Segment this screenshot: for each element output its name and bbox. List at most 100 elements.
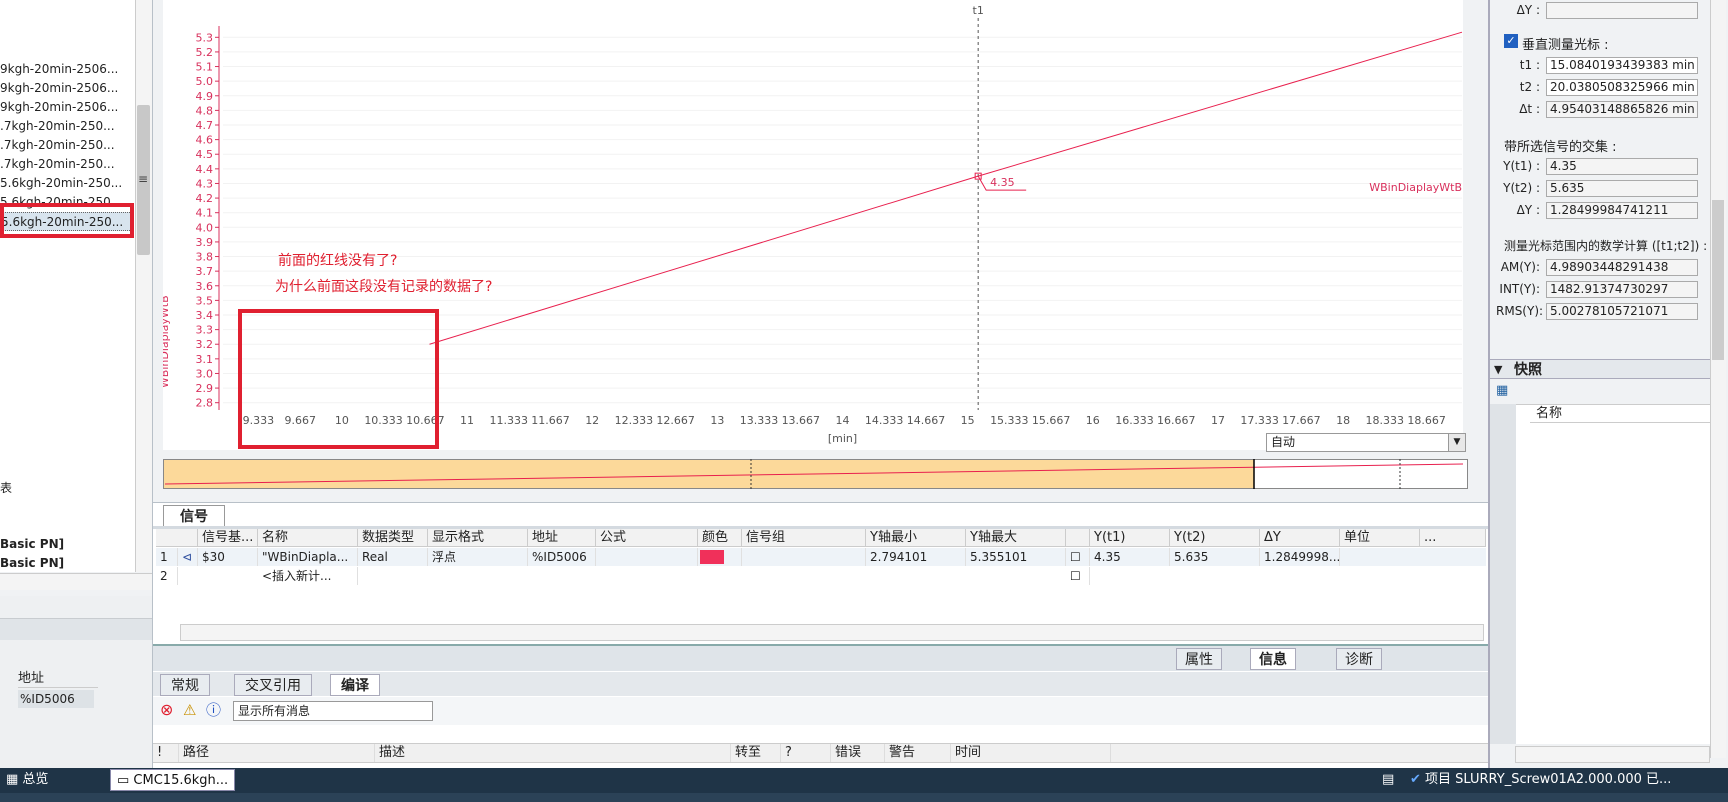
details-address-value[interactable]: %ID5006 (18, 690, 94, 708)
table-row[interactable]: 1 ⊲ $30 "WBinDiapla... Real 浮点 %ID5006 2… (156, 548, 1486, 566)
col-color[interactable]: 颜色 (698, 529, 742, 547)
save-icon[interactable]: ▤ (1376, 769, 1400, 791)
message-filter-select[interactable]: 显示所有消息 (233, 701, 433, 721)
color-swatch[interactable] (700, 550, 724, 564)
snapshot-header[interactable]: 快照 (1490, 359, 1710, 379)
dy-label: ΔY : (1516, 3, 1540, 17)
x-tick-label: 17.333 (1240, 414, 1279, 427)
col-description[interactable]: 描述 (375, 744, 731, 762)
cell-yt2: 5.635 (1170, 548, 1260, 566)
insert-new-signal[interactable]: <插入新计... (258, 567, 358, 585)
col-base[interactable]: 信号基... (198, 529, 258, 547)
grip-icon[interactable]: ≡ (136, 172, 150, 186)
cell-color[interactable] (698, 548, 742, 566)
table-row[interactable]: 2 <插入新计... ☐ (156, 567, 1486, 585)
tab-signals[interactable]: 信号 (163, 505, 225, 527)
tree-item[interactable]: 9kgh-20min-2506... (0, 79, 134, 98)
window-button[interactable]: ▭ CMC15.6kgh... (110, 769, 236, 791)
tree-item[interactable]: 9kgh-20min-2506... (0, 98, 134, 117)
tab-info[interactable]: 信息 (1250, 648, 1296, 670)
col-address[interactable]: 地址 (528, 529, 596, 547)
tree-item[interactable]: 5.6kgh-20min-250... (0, 174, 134, 193)
col-ymax[interactable]: Y轴最大 (966, 529, 1066, 547)
zoom-mode-select[interactable]: 自动 (1266, 433, 1466, 452)
col-warnings[interactable]: 警告 (885, 744, 951, 762)
col-errors[interactable]: 错误 (831, 744, 885, 762)
info-filter-icon[interactable]: ⓘ (206, 701, 224, 719)
tab-compile[interactable]: 编译 (330, 674, 380, 696)
cell-format[interactable]: 浮点 (428, 548, 528, 566)
y-tick-label: 4.6 (196, 134, 214, 147)
cell-type[interactable]: Real (358, 548, 428, 566)
cell-ymax[interactable]: 5.355101 (966, 548, 1066, 566)
col-time[interactable]: 时间 (951, 744, 1111, 762)
tree-item-pn[interactable]: Basic PN] (0, 554, 134, 572)
tree-item[interactable]: .7kgh-20min-250... (0, 155, 134, 174)
snapshot-name-header[interactable]: 名称 (1530, 405, 1710, 423)
project-status: ✔ 项目 SLURRY_Screw01A2.000.000 已... (1404, 769, 1677, 791)
dy-top-field (1546, 2, 1698, 19)
warning-filter-icon[interactable]: ⚠ (183, 701, 201, 719)
cell-scale-checkbox[interactable]: ☐ (1066, 548, 1090, 566)
tab-cross-references[interactable]: 交叉引用 (234, 674, 312, 696)
snapshot-hscrollbar[interactable] (1515, 746, 1710, 763)
y-tick-label: 3.9 (196, 236, 214, 249)
col-help[interactable]: ? (781, 744, 831, 762)
col-type[interactable]: 数据类型 (358, 529, 428, 547)
x-tick-label: 17.667 (1282, 414, 1321, 427)
cell-name[interactable]: "WBinDiapla... (258, 548, 358, 566)
portal-view-label: 总览 (22, 772, 49, 787)
col-scale[interactable] (1066, 529, 1090, 547)
chevron-down-icon[interactable]: ▼ (1494, 363, 1502, 376)
cursor-t1-label: t1 (973, 4, 984, 17)
cursor-value-label: 4.35 (990, 176, 1015, 189)
dt-field: 4.95403148865826 min (1546, 101, 1698, 118)
col-unit[interactable]: 单位 (1340, 529, 1420, 547)
t1-field[interactable]: 15.0840193439383 min (1546, 57, 1698, 74)
col-format[interactable]: 显示格式 (428, 529, 528, 547)
vertical-cursor-label: 垂直测量光标 : (1522, 38, 1609, 53)
col-name[interactable]: 名称 (258, 529, 358, 547)
col-ymin[interactable]: Y轴最小 (866, 529, 966, 547)
col-formula[interactable]: 公式 (596, 529, 698, 547)
y-tick-label: 4.9 (196, 90, 214, 103)
right-panel-scroll-thumb[interactable] (1712, 200, 1724, 360)
snapshot-add-icon[interactable]: ▦ (1496, 383, 1512, 399)
tree-item[interactable]: .7kgh-20min-250... (0, 136, 134, 155)
cell-formula[interactable] (596, 548, 698, 566)
col-dy[interactable]: ΔY (1260, 529, 1340, 547)
tree-vertical-scrollbar[interactable] (135, 0, 152, 572)
y-tick-label: 2.9 (196, 382, 214, 395)
tree-item[interactable]: 9kgh-20min-2506... (0, 60, 134, 79)
cell-ymin[interactable]: 2.794101 (866, 548, 966, 566)
signal-table-hscrollbar[interactable] (180, 624, 1484, 641)
col-yt1[interactable]: Y(t1) (1090, 529, 1170, 547)
tree-item-pn[interactable]: Basic PN] (0, 535, 134, 554)
right-panel-scrollbar[interactable] (1710, 0, 1726, 758)
tree-horizontal-scrollbar[interactable] (0, 573, 152, 590)
cell-address[interactable]: %ID5006 (528, 548, 596, 566)
tab-general[interactable]: 常规 (160, 674, 210, 696)
col-path[interactable]: 路径 (179, 744, 375, 762)
cell-base[interactable]: $30 (198, 548, 258, 566)
checkmark-icon: ✔ (1410, 772, 1426, 787)
tab-properties[interactable]: 属性 (1176, 648, 1222, 670)
error-filter-icon[interactable]: ⊗ (160, 701, 178, 719)
col-severity[interactable]: ! (153, 744, 179, 762)
col-goto[interactable]: 转至 (731, 744, 781, 762)
chevron-down-icon[interactable]: ▼ (1448, 434, 1465, 451)
portal-view-button[interactable]: ▦ 总览 (0, 769, 54, 791)
y-tick-label: 4.2 (196, 192, 214, 205)
t2-field[interactable]: 20.0380508325966 min (1546, 79, 1698, 96)
col-group[interactable]: 信号组 (742, 529, 866, 547)
tree-item[interactable]: 表 (0, 479, 134, 498)
details-header (0, 618, 152, 640)
col-more[interactable]: ... (1420, 529, 1486, 547)
vertical-cursor-checkbox[interactable]: ✓ (1504, 34, 1518, 48)
cell-group[interactable] (742, 548, 866, 566)
col-yt2[interactable]: Y(t2) (1170, 529, 1260, 547)
tab-diagnostics[interactable]: 诊断 (1336, 648, 1382, 670)
cell-scale-checkbox[interactable]: ☐ (1066, 567, 1090, 585)
tree-item[interactable]: .7kgh-20min-250... (0, 117, 134, 136)
y-tick-label: 3.6 (196, 280, 214, 293)
